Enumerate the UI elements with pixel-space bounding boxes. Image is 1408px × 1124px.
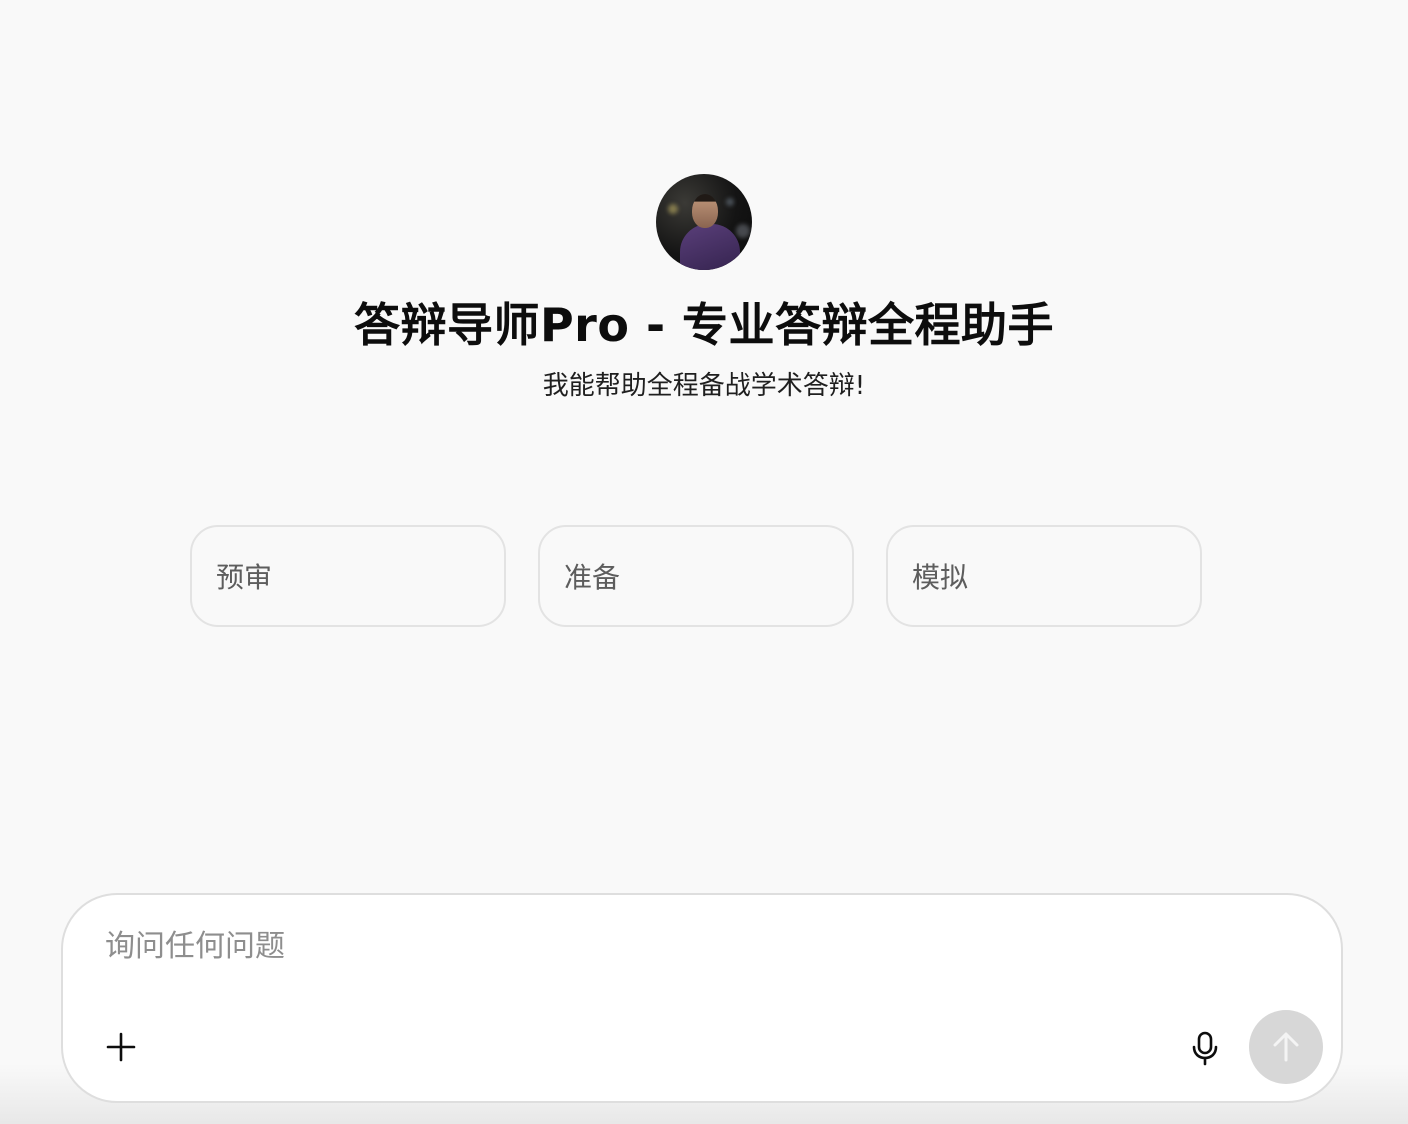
avatar-bokeh bbox=[736, 224, 750, 238]
avatar-figure-head bbox=[692, 194, 718, 228]
starter-button-prepare[interactable]: 准备 bbox=[538, 525, 854, 627]
gpt-title: 答辩导师Pro - 专业答辩全程助手 bbox=[353, 298, 1055, 352]
starter-button-simulate[interactable]: 模拟 bbox=[886, 525, 1202, 627]
chat-page: 答辩导师Pro - 专业答辩全程助手 我能帮助全程备战学术答辩! 预审 准备 模… bbox=[0, 0, 1408, 1124]
plus-icon bbox=[106, 1032, 136, 1062]
message-composer bbox=[61, 893, 1343, 1103]
microphone-icon bbox=[1192, 1031, 1218, 1066]
gpt-intro: 答辩导师Pro - 专业答辩全程助手 我能帮助全程备战学术答辩! bbox=[0, 174, 1408, 402]
voice-input-button[interactable] bbox=[1181, 1025, 1229, 1073]
avatar-figure-body bbox=[680, 224, 740, 270]
arrow-up-icon bbox=[1273, 1032, 1299, 1062]
avatar-bokeh bbox=[726, 198, 734, 206]
gpt-description: 我能帮助全程备战学术答辩! bbox=[542, 371, 866, 402]
conversation-starters: 预审 准备 模拟 bbox=[190, 525, 1202, 627]
avatar-bokeh bbox=[668, 204, 678, 214]
message-input[interactable] bbox=[105, 929, 1205, 964]
starter-button-prereview[interactable]: 预审 bbox=[190, 525, 506, 627]
gpt-avatar bbox=[656, 174, 752, 270]
attach-button[interactable] bbox=[99, 1025, 143, 1069]
send-button[interactable] bbox=[1249, 1010, 1323, 1084]
